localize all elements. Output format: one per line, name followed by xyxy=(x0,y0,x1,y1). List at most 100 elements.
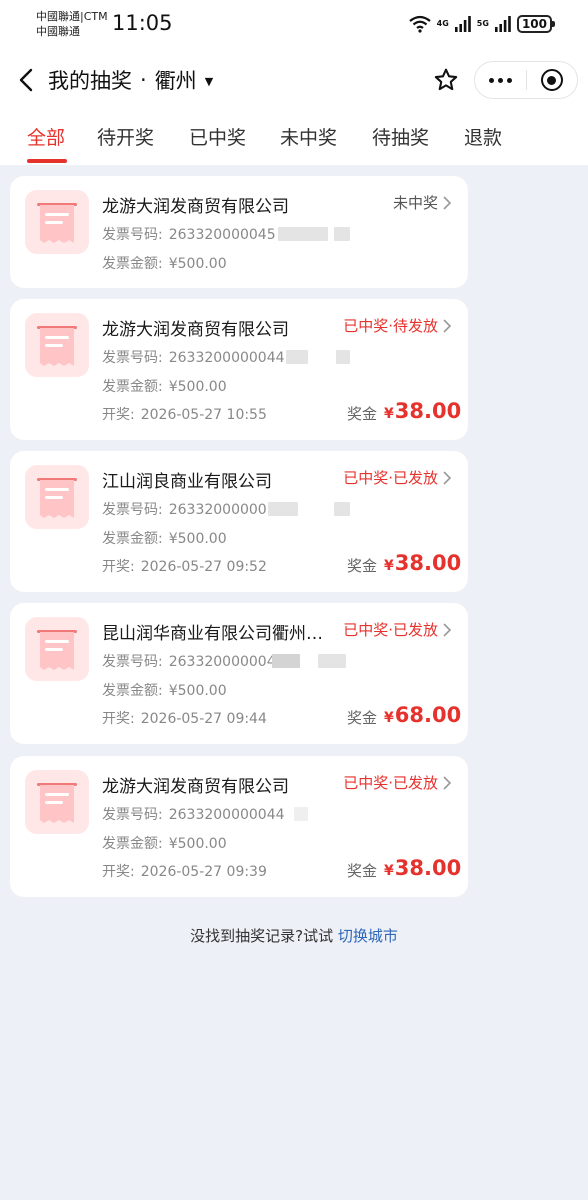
prize-amount: ¥38.00 xyxy=(384,551,461,575)
prize-amount: ¥68.00 xyxy=(384,703,461,727)
target-icon xyxy=(540,69,563,91)
invoice-amount-value: ¥500.00 xyxy=(168,683,227,699)
invoice-number-label: 发票号码: xyxy=(102,350,163,366)
tab-pending-draw[interactable]: 待开奖 xyxy=(97,123,154,150)
prize-value: 38.00 xyxy=(394,551,462,575)
redaction-mask xyxy=(318,654,346,668)
draw-time-value: 2026-05-27 09:52 xyxy=(140,559,267,575)
redaction-mask xyxy=(286,350,308,364)
tab-all[interactable]: 全部 xyxy=(27,123,65,150)
record-card[interactable]: 江山润良商业有限公司 已中奖·已发放 发票号码: 263320000001 发票金… xyxy=(10,451,468,592)
chevron-right-icon xyxy=(443,319,452,333)
page-title: 我的抽奖 xyxy=(48,69,132,93)
status-badge: 已中奖·已发放 xyxy=(343,469,438,487)
carrier-info: 中國聯通|CTM 中國聯通 xyxy=(36,9,108,39)
prize-label: 奖金 xyxy=(347,557,378,575)
invoice-amount-row: 发票金额: ¥500.00 xyxy=(102,833,227,853)
tab-to-draw[interactable]: 待抽奖 xyxy=(372,123,429,150)
close-program-button[interactable] xyxy=(527,62,578,98)
invoice-amount-row: 发票金额: ¥500.00 xyxy=(102,680,227,700)
invoice-amount-label: 发票金额: xyxy=(102,531,163,547)
clock: 11:05 xyxy=(112,11,173,35)
invoice-number-value: 2633200000044 xyxy=(168,350,285,366)
status-badge: 未中奖 xyxy=(392,194,438,212)
status-badge: 已中奖·待发放 xyxy=(343,317,438,335)
merchant-name: 昆山润华商业有限公司衢州分公司 xyxy=(102,624,324,644)
more-button[interactable] xyxy=(475,62,526,98)
tab-won[interactable]: 已中奖 xyxy=(189,123,246,150)
invoice-amount-label: 发票金额: xyxy=(102,379,163,395)
invoice-number-label: 发票号码: xyxy=(102,502,163,518)
merchant-name: 龙游大润发商贸有限公司 xyxy=(102,320,289,340)
battery-icon: 100 xyxy=(516,15,556,33)
network-4g-label: 4G xyxy=(436,19,449,28)
merchant-name: 江山润良商业有限公司 xyxy=(102,472,272,492)
tab-not-won[interactable]: 未中奖 xyxy=(280,123,337,150)
star-icon xyxy=(434,68,458,91)
currency-symbol: ¥ xyxy=(384,710,394,726)
invoice-number-row: 发票号码: 2633200000044 xyxy=(102,804,285,824)
draw-time-label: 开奖: xyxy=(102,864,135,880)
draw-time-label: 开奖: xyxy=(102,559,135,575)
receipt-icon xyxy=(37,630,77,670)
prize-value: 38.00 xyxy=(394,856,462,880)
mini-program-capsule xyxy=(474,61,578,99)
invoice-amount-row: 发票金额: ¥500.00 xyxy=(102,376,227,396)
signal-icon-2 xyxy=(494,16,511,32)
prize-amount: ¥38.00 xyxy=(384,856,461,880)
currency-symbol: ¥ xyxy=(384,863,394,879)
invoice-amount-value: ¥500.00 xyxy=(168,256,227,272)
status-bar: 中國聯通|CTM 中國聯通 11:05 4G 5G 100 xyxy=(0,0,588,48)
invoice-amount-label: 发票金额: xyxy=(102,256,163,272)
draw-time-row: 开奖: 2026-05-27 09:52 xyxy=(102,556,267,576)
invoice-number-row: 发票号码: 263320000001 xyxy=(102,499,276,519)
chevron-right-icon xyxy=(443,776,452,790)
invoice-number-value: 263320000045 xyxy=(168,227,276,243)
receipt-icon xyxy=(37,478,77,518)
city-selector[interactable]: 我的抽奖 · 衢州 ▼ xyxy=(48,65,213,95)
record-card[interactable]: 昆山润华商业有限公司衢州分公司 已中奖·已发放 发票号码: 26332000000… xyxy=(10,603,468,744)
redaction-mask xyxy=(334,502,350,516)
invoice-amount-label: 发票金额: xyxy=(102,836,163,852)
back-button[interactable] xyxy=(12,64,40,96)
invoice-number-label: 发票号码: xyxy=(102,807,163,823)
prize-label: 奖金 xyxy=(347,862,378,880)
receipt-thumbnail xyxy=(25,190,89,254)
draw-time-value: 2026-05-27 10:55 xyxy=(140,407,267,423)
draw-time-row: 开奖: 2026-05-27 09:39 xyxy=(102,861,267,881)
receipt-icon xyxy=(37,203,77,243)
wifi-icon xyxy=(408,15,431,33)
chevron-right-icon xyxy=(443,623,452,637)
city-name: 衢州 xyxy=(154,69,197,93)
prize-label: 奖金 xyxy=(347,405,378,423)
currency-symbol: ¥ xyxy=(384,406,394,422)
status-badge: 已中奖·已发放 xyxy=(343,774,438,792)
record-card[interactable]: 龙游大润发商贸有限公司 已中奖·待发放 发票号码: 2633200000044 发… xyxy=(10,299,468,440)
invoice-amount-value: ¥500.00 xyxy=(168,836,227,852)
redaction-mask xyxy=(268,502,298,516)
invoice-number-row: 发票号码: 2633200000044 xyxy=(102,651,285,671)
receipt-icon xyxy=(37,783,77,823)
invoice-number-row: 发票号码: 2633200000044 xyxy=(102,347,285,367)
redaction-mask xyxy=(294,807,308,821)
tab-refund[interactable]: 退款 xyxy=(464,123,502,150)
redaction-mask xyxy=(334,227,350,241)
network-5g-label: 5G xyxy=(476,19,489,28)
invoice-amount-row: 发票金额: ¥500.00 xyxy=(102,528,227,548)
invoice-number-row: 发票号码: 263320000045 xyxy=(102,224,276,244)
invoice-number-value: 2633200000044 xyxy=(168,654,285,670)
favorite-button[interactable] xyxy=(426,62,466,98)
receipt-thumbnail xyxy=(25,770,89,834)
more-dots-icon xyxy=(488,77,512,83)
switch-city-link[interactable]: 切换城市 xyxy=(338,927,398,945)
status-badge: 已中奖·已发放 xyxy=(343,621,438,639)
record-card[interactable]: 龙游大润发商贸有限公司 已中奖·已发放 发票号码: 2633200000044 发… xyxy=(10,756,468,897)
redaction-mask xyxy=(272,654,300,668)
record-card[interactable]: 龙游大润发商贸有限公司 未中奖 发票号码: 263320000045 发票金额: ¥… xyxy=(10,176,468,288)
prize-value: 38.00 xyxy=(394,399,462,423)
invoice-number-value: 2633200000044 xyxy=(168,807,285,823)
draw-time-row: 开奖: 2026-05-27 10:55 xyxy=(102,404,267,424)
invoice-amount-value: ¥500.00 xyxy=(168,379,227,395)
currency-symbol: ¥ xyxy=(384,558,394,574)
redaction-mask xyxy=(336,350,350,364)
